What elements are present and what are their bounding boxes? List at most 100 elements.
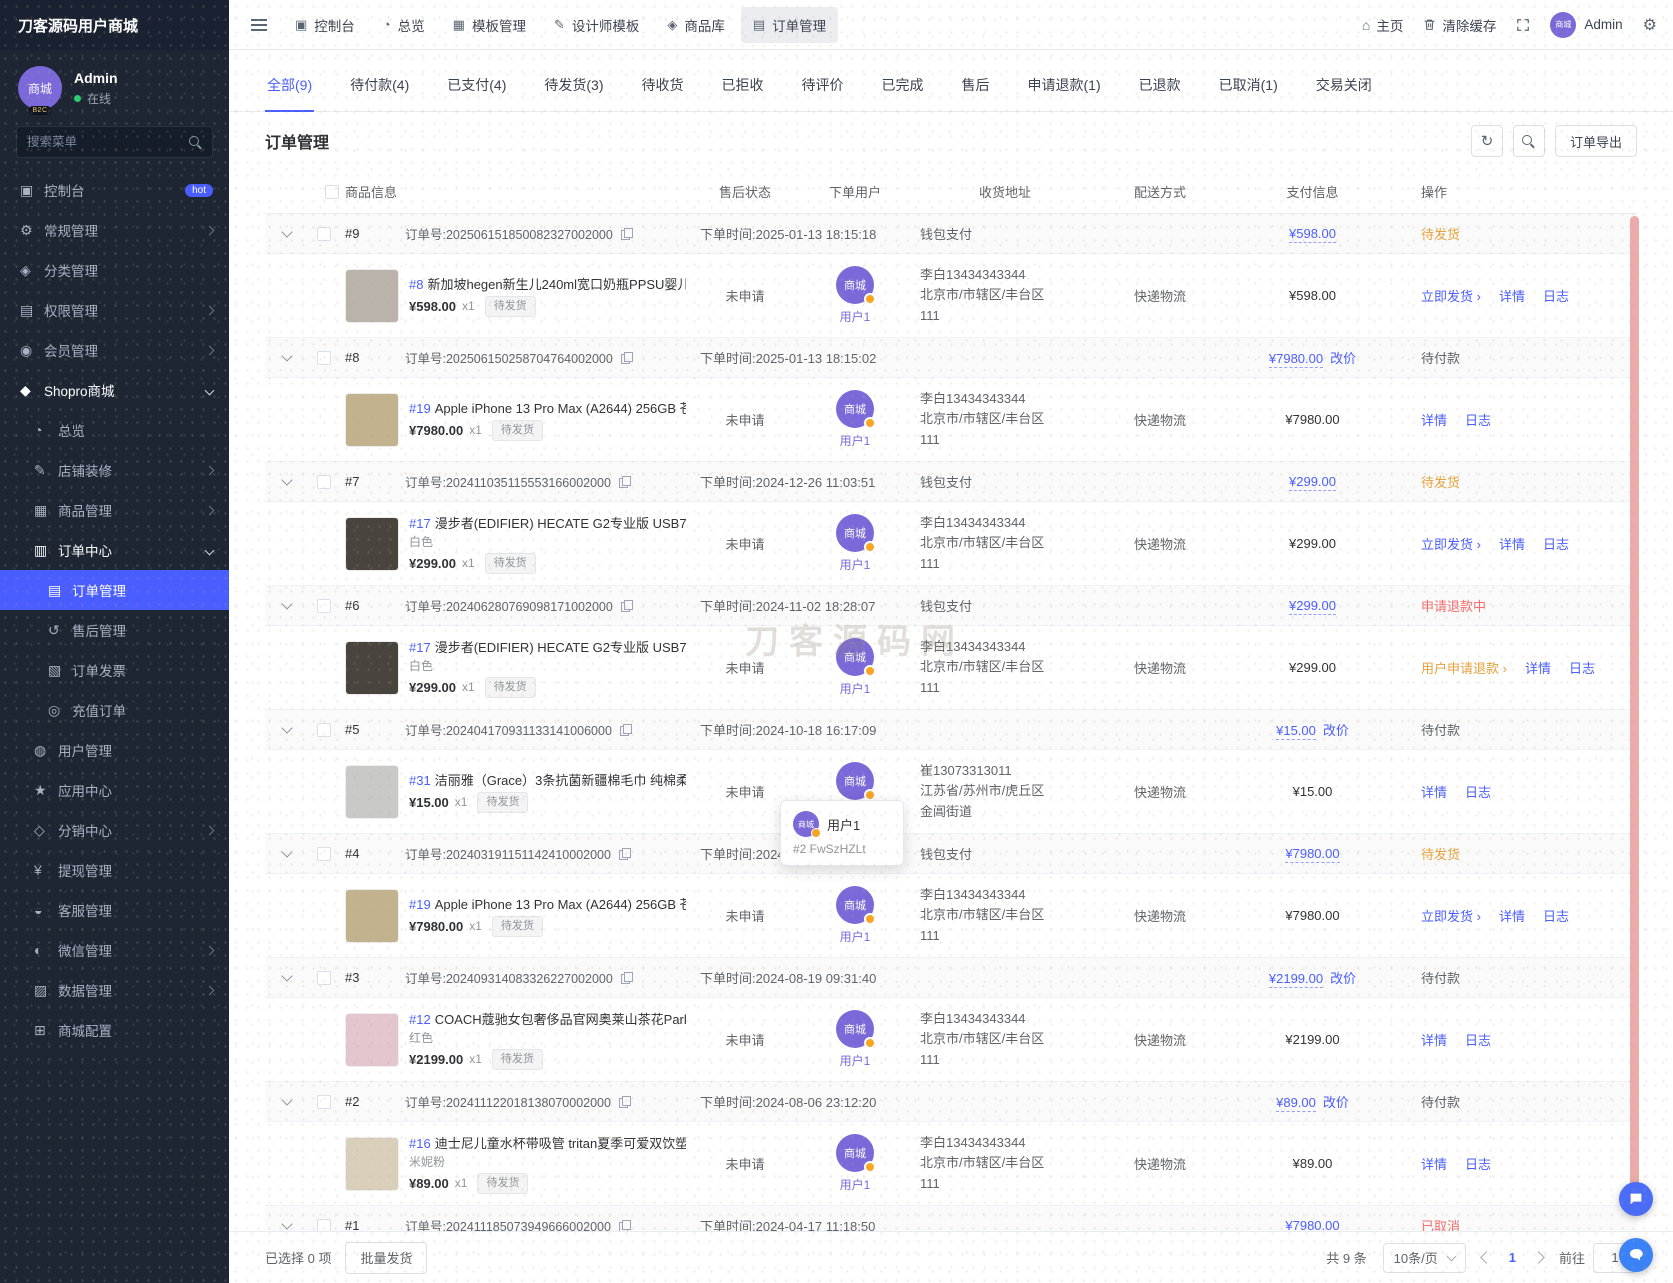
clear-cache-link[interactable]: 清除缓存 [1423, 15, 1496, 35]
vertical-scrollbar[interactable] [1630, 216, 1639, 1212]
log-link[interactable]: 日志 [1465, 1033, 1491, 1048]
detail-link[interactable]: 详情 [1499, 909, 1525, 924]
copy-icon[interactable] [619, 1220, 631, 1232]
search-button[interactable] [1513, 125, 1545, 157]
buyer-cell[interactable]: 商城用户1 [790, 1134, 920, 1193]
product-id[interactable]: #19 [409, 897, 431, 912]
gear-icon[interactable]: ⚙ [1643, 15, 1657, 35]
prev-page-button[interactable] [1480, 1251, 1493, 1264]
sidebar-item[interactable]: ◆Shopro商城 [0, 370, 229, 410]
topnav-item[interactable]: ▦模板管理 [441, 7, 538, 43]
order-amount[interactable]: ¥299.00 [1289, 474, 1336, 491]
expand-chevron-icon[interactable] [281, 1094, 292, 1105]
topnav-item[interactable]: ▤订单管理 [741, 7, 838, 43]
sidebar-item[interactable]: ⊞商城配置 [0, 1010, 229, 1050]
expand-chevron-icon[interactable] [281, 474, 292, 485]
sidebar-item[interactable]: ◔总览 [0, 410, 229, 450]
buyer-cell[interactable]: 商城用户1 [790, 1010, 920, 1069]
log-link[interactable]: 日志 [1543, 289, 1569, 304]
ship-now-link[interactable]: 立即发货 › [1421, 537, 1481, 552]
modify-price-link[interactable]: 改价 [1323, 1095, 1349, 1110]
admin-menu[interactable]: 商城 Admin [1550, 12, 1622, 38]
copy-icon[interactable] [621, 352, 633, 364]
copy-icon[interactable] [619, 848, 631, 860]
order-amount[interactable]: ¥89.00 [1276, 1095, 1316, 1112]
order-amount[interactable]: ¥299.00 [1289, 598, 1336, 615]
next-page-button[interactable] [1532, 1251, 1545, 1264]
sidebar-item[interactable]: ▤订单管理 [0, 570, 229, 610]
sidebar-item[interactable]: ▣控制台hot [0, 170, 229, 210]
expand-chevron-icon[interactable] [281, 226, 292, 237]
log-link[interactable]: 日志 [1543, 537, 1569, 552]
order-checkbox[interactable] [317, 971, 331, 985]
order-amount[interactable]: ¥7980.00 [1285, 846, 1339, 863]
buyer-name[interactable]: 用户1 [840, 308, 871, 325]
copy-icon[interactable] [621, 972, 633, 984]
sidebar-item[interactable]: ▤权限管理 [0, 290, 229, 330]
order-checkbox[interactable] [317, 847, 331, 861]
order-amount[interactable]: ¥15.00 [1276, 723, 1316, 740]
product-id[interactable]: #16 [409, 1136, 431, 1151]
copy-icon[interactable] [619, 1096, 631, 1108]
order-checkbox[interactable] [317, 227, 331, 241]
order-amount[interactable]: ¥2199.00 [1269, 971, 1323, 988]
copy-icon[interactable] [621, 228, 633, 240]
product-id[interactable]: #12 [409, 1012, 431, 1027]
status-tab[interactable]: 申请退款(1) [1026, 75, 1103, 111]
order-amount[interactable]: ¥7980.00 [1269, 351, 1323, 368]
buyer-name[interactable]: 用户1 [840, 680, 871, 697]
buyer-name[interactable]: 用户1 [840, 432, 871, 449]
buyer-name[interactable]: 用户1 [840, 1176, 871, 1193]
buyer-name[interactable]: 用户1 [840, 1052, 871, 1069]
status-tab[interactable]: 待付款(4) [348, 75, 411, 111]
product-id[interactable]: #8 [409, 277, 423, 292]
status-tab[interactable]: 待收货 [640, 75, 686, 111]
buyer-cell[interactable]: 商城用户1 [790, 514, 920, 573]
ship-now-link[interactable]: 立即发货 › [1421, 909, 1481, 924]
buyer-cell[interactable]: 商城用户1 [790, 390, 920, 449]
log-link[interactable]: 日志 [1465, 413, 1491, 428]
ship-now-link[interactable]: 立即发货 › [1421, 289, 1481, 304]
log-link[interactable]: 日志 [1543, 909, 1569, 924]
order-checkbox[interactable] [317, 351, 331, 365]
log-link[interactable]: 日志 [1465, 1157, 1491, 1172]
topnav-item[interactable]: ◔总览 [371, 7, 437, 43]
expand-chevron-icon[interactable] [281, 722, 292, 733]
product-id[interactable]: #31 [409, 773, 431, 788]
sidebar-item[interactable]: ◍用户管理 [0, 730, 229, 770]
status-tab[interactable]: 已支付(4) [445, 75, 508, 111]
modify-price-link[interactable]: 改价 [1330, 351, 1356, 366]
sidebar-item[interactable]: ◇分销中心 [0, 810, 229, 850]
copy-icon[interactable] [621, 600, 633, 612]
sidebar-item[interactable]: ★应用中心 [0, 770, 229, 810]
sidebar-item[interactable]: ▧订单发票 [0, 650, 229, 690]
sidebar-item[interactable]: ▦商品管理 [0, 490, 229, 530]
buyer-cell[interactable]: 商城用户1 [790, 638, 920, 697]
product-id[interactable]: #17 [409, 516, 431, 531]
order-checkbox[interactable] [317, 599, 331, 613]
batch-ship-button[interactable]: 批量发货 [345, 1242, 427, 1274]
order-checkbox[interactable] [317, 475, 331, 489]
expand-chevron-icon[interactable] [281, 598, 292, 609]
buyer-name[interactable]: 用户1 [840, 556, 871, 573]
order-amount[interactable]: ¥598.00 [1289, 226, 1336, 243]
buyer-cell[interactable]: 商城用户1 [790, 886, 920, 945]
refund-request-link[interactable]: 用户申请退款 › [1421, 661, 1507, 676]
detail-link[interactable]: 详情 [1499, 289, 1525, 304]
sidebar-item[interactable]: ¥提现管理 [0, 850, 229, 890]
status-tab[interactable]: 已取消(1) [1217, 75, 1280, 111]
service-float-button[interactable] [1619, 1238, 1653, 1272]
sidebar-item[interactable]: ▥订单中心 [0, 530, 229, 570]
status-tab[interactable]: 待评价 [800, 75, 846, 111]
order-amount[interactable]: ¥7980.00 [1285, 1218, 1339, 1231]
copy-icon[interactable] [620, 724, 632, 736]
expand-chevron-icon[interactable] [281, 1218, 292, 1229]
expand-chevron-icon[interactable] [281, 970, 292, 981]
current-page[interactable]: 1 [1507, 1250, 1518, 1265]
order-checkbox[interactable] [317, 723, 331, 737]
log-link[interactable]: 日志 [1465, 785, 1491, 800]
modify-price-link[interactable]: 改价 [1330, 971, 1356, 986]
order-checkbox[interactable] [317, 1219, 331, 1232]
sidebar-item[interactable]: ◐微信管理 [0, 930, 229, 970]
detail-link[interactable]: 详情 [1421, 413, 1447, 428]
